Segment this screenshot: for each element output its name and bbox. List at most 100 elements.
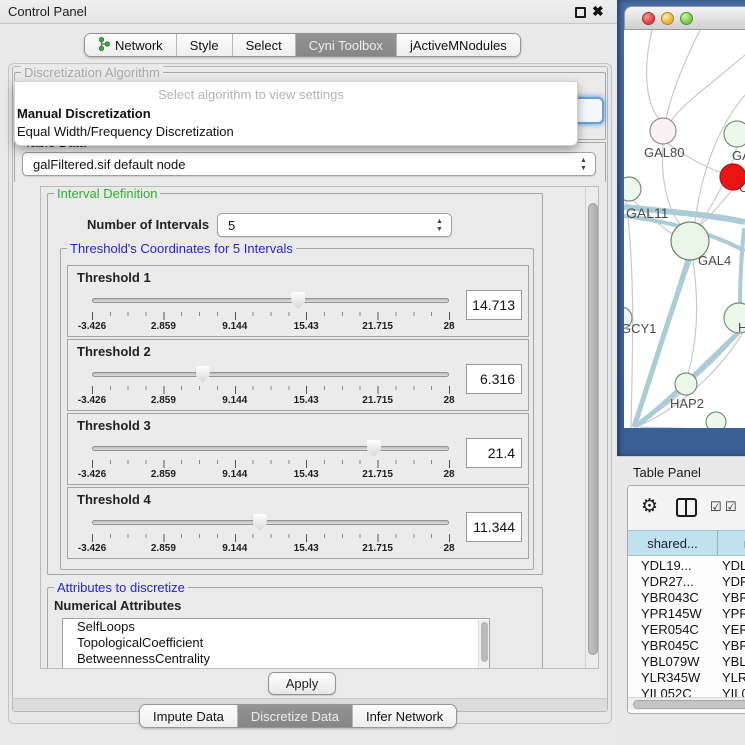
table-row[interactable]: YER054CYER0 — [628, 622, 745, 638]
tab-label: jActiveMNodules — [410, 38, 507, 53]
tab-discretize-data[interactable]: Discretize Data — [238, 705, 353, 727]
scrollbar-thumb[interactable] — [633, 700, 745, 709]
tab-cyni-toolbox[interactable]: Cyni Toolbox — [296, 34, 397, 56]
tab-infer-network[interactable]: Infer Network — [353, 705, 456, 727]
table-panel-title: Table Panel — [633, 465, 701, 480]
network-tab-icon — [98, 37, 110, 54]
select-columns-icon[interactable]: ☑ — [710, 499, 722, 515]
main-scrollbar-thumb[interactable] — [588, 203, 598, 655]
slider-tick-labels: -3.426 2.859 9.144 15.43 21.715 28 — [92, 543, 449, 555]
threshold-slider[interactable] — [92, 440, 449, 458]
table-row[interactable]: YDL19...YDL1 — [628, 558, 745, 574]
slider-track[interactable] — [92, 446, 449, 451]
group-title: Threshold's Coordinates for 5 Intervals — [67, 241, 296, 256]
slider-track[interactable] — [92, 298, 449, 303]
network-canvas[interactable]: GAL80 GA GAL11 C GAL4 GCY1 H HAP2 — [624, 30, 745, 428]
node-hap2[interactable] — [675, 373, 697, 395]
tab-label: Style — [190, 38, 219, 53]
slider-tick-labels: -3.426 2.859 9.144 15.43 21.715 28 — [92, 321, 449, 333]
number-of-intervals-combo[interactable]: 5 ▲▼ — [217, 213, 452, 237]
table-row[interactable]: YPR145WYPR1 — [628, 606, 745, 622]
node-gal11[interactable] — [624, 177, 641, 201]
table-data-combo[interactable]: galFiltered.sif default node ▲▼ — [22, 152, 596, 176]
column-header-name[interactable]: n — [718, 530, 745, 556]
list-scrollbar[interactable] — [478, 620, 489, 669]
apply-button[interactable]: Apply — [268, 672, 336, 695]
split-columns-icon[interactable] — [676, 498, 697, 517]
threshold-slider[interactable] — [92, 366, 449, 384]
popup-option-manual[interactable]: Manual Discretization — [17, 106, 557, 121]
node-label: HAP2 — [670, 396, 704, 411]
gear-icon[interactable]: ⚙ — [641, 495, 658, 518]
tab-jactivemnodules[interactable]: jActiveMNodules — [397, 34, 520, 56]
table-row[interactable]: YBR043CYBR0 — [628, 590, 745, 606]
threshold-panel-4: Threshold 4 -3.426 2.859 9.144 15.43 — [67, 487, 529, 559]
zoom-traffic-light[interactable] — [680, 12, 693, 25]
tab-select[interactable]: Select — [233, 34, 296, 56]
table-row[interactable]: YDR27...YDR2 — [628, 574, 745, 590]
slider-thumb[interactable] — [253, 514, 267, 531]
threshold-value-field[interactable] — [466, 438, 522, 468]
column-header-shared-name[interactable]: shared... — [628, 530, 718, 556]
popup-option-equal-width[interactable]: Equal Width/Frequency Discretization — [17, 124, 557, 139]
threshold-value-field[interactable] — [466, 364, 522, 394]
tab-impute-data[interactable]: Impute Data — [140, 705, 238, 727]
threshold-label: Threshold 3 — [77, 418, 151, 433]
network-graph[interactable]: GAL80 GA GAL11 C GAL4 GCY1 H HAP2 — [624, 30, 745, 428]
tab-style[interactable]: Style — [177, 34, 233, 56]
threshold-slider[interactable] — [92, 292, 449, 310]
node[interactable] — [724, 121, 745, 147]
number-of-intervals-label: Number of Intervals — [87, 217, 209, 232]
table-row[interactable]: YBR045CYBR0 — [628, 638, 745, 654]
table-row[interactable]: YBL079WYBL0 — [628, 654, 745, 670]
control-panel: Control Panel ✖ Network Style Se — [0, 0, 617, 745]
network-window-titlebar[interactable] — [624, 6, 745, 30]
threshold-label: Threshold 1 — [77, 270, 151, 285]
thresholds-group: Threshold's Coordinates for 5 Intervals … — [60, 248, 534, 570]
slider-tick-labels: -3.426 2.859 9.144 15.43 21.715 28 — [92, 395, 449, 407]
combo-value: galFiltered.sif default node — [33, 157, 185, 172]
minimize-traffic-light[interactable] — [661, 12, 674, 25]
threshold-value-field[interactable] — [466, 512, 522, 542]
close-traffic-light[interactable] — [642, 12, 655, 25]
node-gal80[interactable] — [650, 118, 676, 144]
bottom-tab-bar: Impute Data Discretize Data Infer Networ… — [139, 704, 457, 728]
close-icon[interactable]: ✖ — [592, 3, 604, 20]
slider-track[interactable] — [92, 520, 449, 525]
table-hscrollbar[interactable] — [628, 697, 745, 710]
slider-ticks — [92, 534, 451, 542]
settings-scroll-viewport: Interval Definition Number of Intervals … — [40, 186, 599, 669]
tab-label: Discretize Data — [251, 709, 339, 724]
attributes-group: Attributes to discretize Numerical Attri… — [47, 587, 543, 669]
threshold-value-field[interactable] — [466, 290, 522, 320]
node-label: C — [739, 180, 745, 195]
node-label: GA — [732, 148, 745, 163]
tab-label: Impute Data — [153, 709, 224, 724]
threshold-panel-3: Threshold 3 -3.426 2.859 9.144 15.43 — [67, 413, 529, 485]
attributes-list: SelfLoops TopologicalCoefficient Between… — [62, 618, 490, 669]
list-item[interactable]: BetweennessCentrality — [63, 651, 489, 667]
group-title: Discretization Algorithm — [21, 65, 163, 80]
list-item[interactable]: TopologicalCoefficient — [63, 635, 489, 651]
scrollbar-thumb[interactable] — [481, 622, 488, 662]
select-rows-icon[interactable]: ☑ — [725, 499, 737, 515]
slider-thumb[interactable] — [367, 440, 381, 457]
group-title: Interval Definition — [54, 186, 160, 201]
group-title: Attributes to discretize — [54, 580, 188, 595]
slider-track[interactable] — [92, 372, 449, 377]
tab-network[interactable]: Network — [85, 34, 177, 56]
slider-thumb[interactable] — [196, 366, 210, 383]
main-scrollbar-track[interactable] — [585, 187, 599, 669]
spinner-arrows-icon: ▲▼ — [435, 218, 444, 234]
list-item[interactable]: SelfLoops — [63, 619, 489, 635]
threshold-panel-2: Threshold 2 -3.426 2.859 9.144 15.43 — [67, 339, 529, 411]
slider-thumb[interactable] — [291, 292, 305, 309]
threshold-panel-1: Threshold 1 -3.426 2.859 9.144 15.43 — [67, 265, 529, 337]
table-row[interactable]: YLR345WYLR3 — [628, 670, 745, 686]
table-panel: Table Panel ⚙ ☑ ☑ shared... n YDL19...YD… — [617, 456, 745, 745]
threshold-slider[interactable] — [92, 514, 449, 532]
threshold-label: Threshold 4 — [77, 492, 151, 507]
node[interactable] — [706, 412, 726, 428]
float-window-icon[interactable] — [575, 7, 586, 18]
slider-ticks — [92, 460, 451, 468]
